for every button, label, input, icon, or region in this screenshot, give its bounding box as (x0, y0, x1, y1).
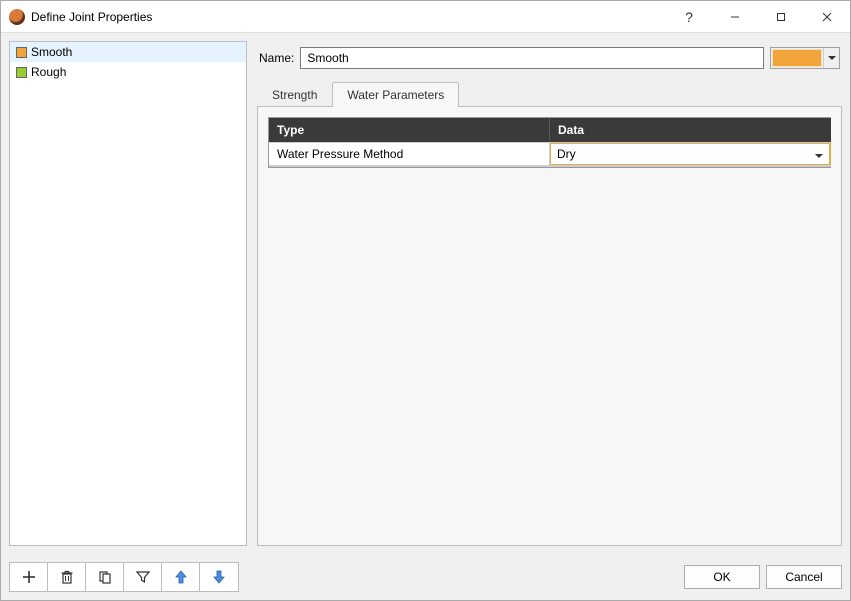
minimize-button[interactable] (712, 1, 758, 33)
list-item-label: Smooth (31, 45, 72, 59)
grid-header: Type Data (269, 118, 831, 142)
help-button[interactable]: ? (666, 1, 712, 33)
trash-icon (59, 569, 75, 585)
joint-list[interactable]: Smooth Rough (9, 41, 247, 546)
column-header-type: Type (269, 118, 550, 142)
list-item-label: Rough (31, 65, 66, 79)
sidebar: Smooth Rough (9, 41, 247, 546)
move-up-button[interactable] (162, 563, 200, 591)
color-swatch-icon (16, 67, 27, 78)
list-item[interactable]: Smooth (10, 42, 246, 62)
footer: OK Cancel (1, 554, 850, 600)
color-picker[interactable] (770, 47, 840, 69)
column-header-data: Data (550, 118, 831, 142)
delete-button[interactable] (48, 563, 86, 591)
name-label: Name: (259, 51, 294, 65)
grid-row: Water Pressure Method Dry (269, 142, 831, 167)
name-row: Name: (257, 41, 842, 81)
chevron-down-icon (815, 147, 823, 161)
dialog-window: Define Joint Properties ? Smooth Rough (0, 0, 851, 601)
window-title: Define Joint Properties (31, 10, 152, 24)
maximize-button[interactable] (758, 1, 804, 33)
titlebar: Define Joint Properties ? (1, 1, 850, 33)
arrow-up-icon (173, 569, 189, 585)
cell-type: Water Pressure Method (269, 143, 550, 165)
cell-data-dropdown[interactable]: Dry (550, 143, 831, 165)
close-button[interactable] (804, 1, 850, 33)
property-grid: Type Data Water Pressure Method Dry (268, 117, 831, 168)
list-item[interactable]: Rough (10, 62, 246, 82)
color-fill (772, 49, 822, 67)
app-icon (9, 9, 25, 25)
copy-button[interactable] (86, 563, 124, 591)
filter-button[interactable] (124, 563, 162, 591)
tab-bar: Strength Water Parameters (257, 82, 842, 107)
move-down-button[interactable] (200, 563, 238, 591)
name-input[interactable] (300, 47, 764, 69)
cell-data-value: Dry (557, 147, 815, 161)
filter-icon (135, 569, 151, 585)
tab-water-parameters[interactable]: Water Parameters (332, 82, 459, 107)
main-panel: Name: Strength Water Parameters Type (257, 41, 842, 546)
chevron-down-icon (823, 48, 839, 68)
tab-panel: Type Data Water Pressure Method Dry (257, 106, 842, 546)
add-button[interactable] (10, 563, 48, 591)
list-toolbar (9, 562, 239, 592)
color-swatch-icon (16, 47, 27, 58)
ok-button[interactable]: OK (684, 565, 760, 589)
arrow-down-icon (211, 569, 227, 585)
copy-icon (97, 569, 113, 585)
content-area: Smooth Rough Name: Stre (1, 33, 850, 554)
plus-icon (21, 569, 37, 585)
cancel-button[interactable]: Cancel (766, 565, 842, 589)
tab-strength[interactable]: Strength (257, 82, 332, 107)
